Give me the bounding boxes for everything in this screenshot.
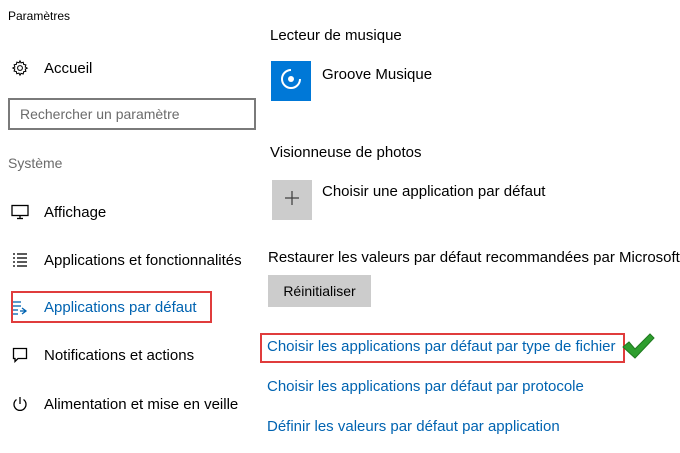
music-app-name[interactable]: Groove Musique bbox=[322, 66, 432, 83]
check-icon bbox=[621, 332, 655, 365]
link-by-file-type[interactable]: Choisir les applications par défaut par … bbox=[267, 338, 616, 355]
plus-icon bbox=[284, 190, 300, 211]
section-label: Système bbox=[8, 155, 63, 171]
default-apps-icon bbox=[10, 297, 30, 317]
reset-heading: Restaurer les valeurs par défaut recomma… bbox=[268, 249, 680, 266]
sidebar-item-display[interactable]: Affichage bbox=[0, 192, 262, 232]
power-icon bbox=[10, 394, 30, 414]
sidebar-item-label: Applications et fonctionnalités bbox=[44, 251, 242, 269]
monitor-icon bbox=[10, 202, 30, 222]
sidebar-item-label: Affichage bbox=[44, 203, 107, 221]
sidebar-item-label: Notifications et actions bbox=[44, 346, 195, 364]
search-input[interactable] bbox=[8, 98, 256, 130]
groove-tile[interactable] bbox=[271, 61, 311, 101]
photo-app-name[interactable]: Choisir une application par défaut bbox=[322, 183, 545, 200]
sidebar-item-apps-features[interactable]: Applications et fonctionnalités bbox=[0, 240, 262, 280]
link-by-protocol[interactable]: Choisir les applications par défaut par … bbox=[267, 378, 584, 395]
reset-button[interactable]: Réinitialiser bbox=[268, 275, 371, 307]
sidebar-item-label: Alimentation et mise en veille bbox=[44, 395, 239, 413]
photo-viewer-heading: Visionneuse de photos bbox=[270, 144, 422, 161]
sidebar-item-default-apps[interactable]: Applications par défaut bbox=[0, 287, 262, 327]
sidebar-item-home[interactable]: Accueil bbox=[0, 48, 262, 88]
sidebar-item-label: Applications par défaut bbox=[44, 298, 197, 316]
notification-icon bbox=[10, 345, 30, 365]
link-by-application[interactable]: Définir les valeurs par défaut par appli… bbox=[267, 418, 560, 435]
sidebar-item-label: Accueil bbox=[44, 59, 93, 77]
gear-icon bbox=[10, 58, 30, 78]
sidebar-item-power[interactable]: Alimentation et mise en veille bbox=[0, 384, 262, 424]
music-player-heading: Lecteur de musique bbox=[270, 27, 402, 44]
sidebar-item-notifications[interactable]: Notifications et actions bbox=[0, 335, 262, 375]
window-title: Paramètres bbox=[8, 9, 71, 23]
groove-icon bbox=[279, 67, 303, 96]
list-icon bbox=[10, 250, 30, 270]
choose-app-tile[interactable] bbox=[272, 180, 312, 220]
